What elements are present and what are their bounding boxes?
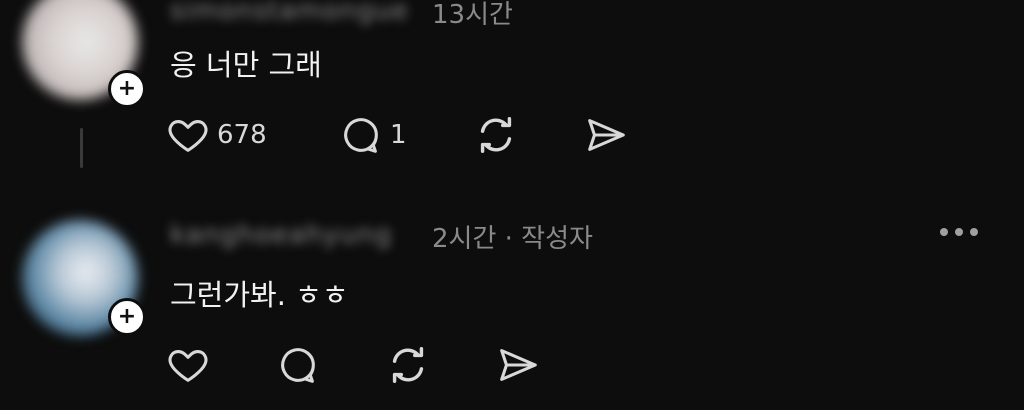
thread-line (80, 128, 83, 168)
comment-icon (281, 348, 315, 383)
heart-icon (168, 350, 208, 382)
like-button[interactable] (165, 340, 211, 390)
share-icon (588, 119, 625, 151)
username[interactable]: kanghoeahyung (170, 220, 392, 250)
repost-icon (480, 116, 512, 154)
like-button[interactable]: 678 (165, 110, 267, 160)
comment-button[interactable] (275, 340, 321, 390)
repost-button[interactable] (473, 110, 519, 160)
dot (955, 228, 963, 236)
share-button[interactable] (583, 110, 629, 160)
comment-count: 1 (390, 120, 407, 150)
post-text: 그런가봐. ㅎㅎ (170, 278, 349, 312)
comment-button[interactable]: 1 (338, 110, 407, 160)
more-icon[interactable] (940, 228, 984, 240)
timestamp-author: 2시간 · 작성자 (432, 224, 593, 254)
like-count: 678 (217, 120, 267, 150)
reply-post: + kanghoeahyung 2시간 · 작성자 그런가봐. ㅎㅎ (0, 190, 1024, 410)
dot (970, 228, 978, 236)
comment-icon (344, 118, 378, 153)
post-text: 응 너만 그래 (170, 48, 322, 82)
dot (940, 228, 948, 236)
username[interactable]: simonstamongue (170, 0, 409, 26)
share-icon (500, 349, 537, 381)
follow-badge[interactable]: + (108, 298, 146, 336)
follow-badge[interactable]: + (108, 70, 146, 108)
share-button[interactable] (495, 340, 541, 390)
reply-post: + simonstamongue 13시간 응 너만 그래 678 1 (0, 0, 1024, 190)
repost-button[interactable] (385, 340, 431, 390)
timestamp: 13시간 (432, 0, 513, 30)
heart-icon (168, 120, 208, 152)
repost-icon (392, 346, 424, 384)
